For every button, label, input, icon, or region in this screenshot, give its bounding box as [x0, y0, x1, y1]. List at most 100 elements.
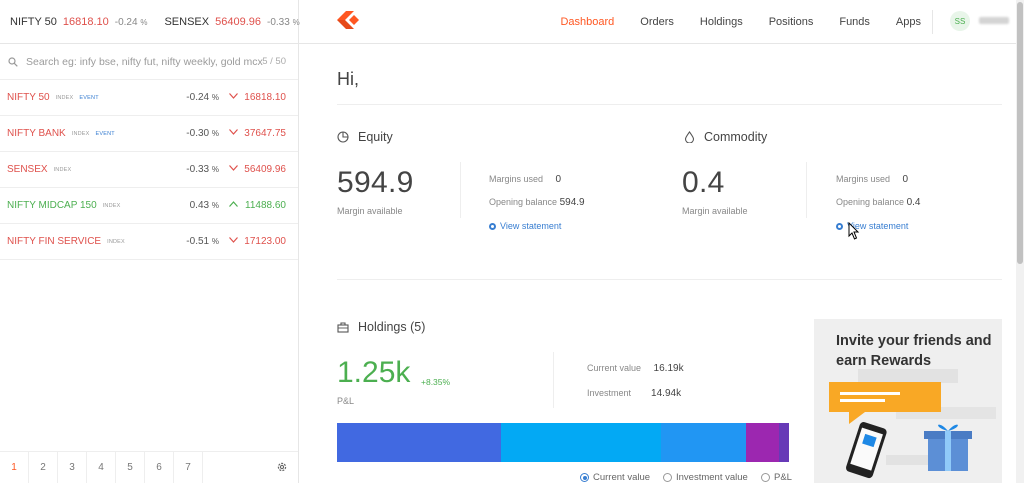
commodity-title: Commodity — [704, 130, 768, 144]
watchlist-page-2[interactable]: 2 — [29, 452, 58, 483]
watchlist-row[interactable]: NIFTY BANK INDEX EVENT -0.30 % 37647.75 — [0, 116, 298, 152]
divider — [806, 162, 807, 218]
holdings-allocation-bar[interactable] — [337, 423, 789, 462]
holdings-section-title: Holdings (5) — [337, 320, 425, 334]
equity-margin-available: 594.9 — [337, 166, 414, 199]
ticker-change: -0.24 % — [114, 17, 148, 28]
commodity-opening-balance: Opening balance 0.4 — [836, 197, 921, 208]
legend-current-value[interactable]: Current value — [580, 472, 650, 483]
chevron-down-icon — [229, 237, 238, 243]
instrument-ltp: 37647.75 — [244, 128, 286, 139]
chevron-up-icon — [229, 201, 238, 207]
ticker-price: 56409.96 — [215, 16, 261, 28]
event-tag: EVENT — [79, 94, 99, 101]
instrument-change: -0.51 % — [186, 236, 219, 247]
chevron-down-icon — [229, 129, 238, 135]
commodity-view-statement-link[interactable]: View statement — [836, 221, 908, 231]
radio-selected-icon — [580, 473, 589, 482]
search-input[interactable] — [26, 55, 266, 68]
holdings-pnl-label: P&L — [337, 396, 355, 406]
legend-investment-value[interactable]: Investment value — [663, 472, 748, 483]
instrument-symbol: NIFTY BANK — [7, 128, 66, 139]
ticker-name: SENSEX — [164, 16, 210, 28]
nav-positions[interactable]: Positions — [769, 16, 814, 28]
divider — [553, 352, 554, 408]
instrument-ltp: 16818.10 — [244, 92, 286, 103]
equity-margin-label: Margin available — [337, 206, 403, 216]
page-scrollbar[interactable] — [1016, 0, 1024, 483]
drop-icon — [684, 131, 695, 143]
watchlist-page-1[interactable]: 1 — [0, 452, 29, 483]
user-id-blurred[interactable] — [979, 17, 1009, 24]
nav-orders[interactable]: Orders — [640, 16, 674, 28]
equity-section-title: Equity — [337, 130, 393, 144]
chevron-down-icon — [229, 93, 238, 99]
radio-icon — [761, 473, 770, 482]
kite-logo-icon[interactable] — [337, 11, 361, 29]
ticker-name: NIFTY 50 — [10, 16, 57, 28]
header-ticker-sensex[interactable]: SENSEX 56409.96 -0.33 % — [164, 16, 299, 28]
holdings-investment: Investment 14.94k — [587, 388, 682, 399]
watchlist-page-6[interactable]: 6 — [145, 452, 174, 483]
main-nav: Dashboard Orders Holdings Positions Fund… — [534, 0, 921, 44]
header-ticker-nifty[interactable]: NIFTY 50 16818.10 -0.24 % — [10, 16, 147, 28]
greeting: Hi, — [337, 69, 359, 89]
equity-margins-used: Margins used 0 — [489, 174, 562, 185]
instrument-ltp: 11488.60 — [245, 200, 286, 211]
scrollbar-thumb[interactable] — [1017, 2, 1023, 264]
pie-chart-icon — [337, 131, 349, 143]
avatar[interactable]: SS — [950, 11, 970, 31]
radio-icon — [663, 473, 672, 482]
info-icon — [836, 222, 843, 230]
ticker-change: -0.33 % — [267, 17, 300, 28]
watchlist-row[interactable]: NIFTY FIN SERVICE INDEX -0.51 % 17123.00 — [0, 224, 298, 260]
instrument-tag: INDEX — [53, 166, 72, 173]
nav-apps[interactable]: Apps — [896, 16, 921, 28]
holdings-current-value: Current value 16.19k — [587, 363, 684, 374]
ticker-price: 16818.10 — [62, 16, 109, 28]
holdings-pnl-percent: +8.35% — [421, 377, 451, 387]
invite-rewards-banner[interactable]: Invite your friends and earn Rewards — [814, 319, 1002, 483]
event-tag: EVENT — [95, 130, 115, 137]
watchlist-page-7[interactable]: 7 — [174, 452, 203, 483]
instrument-change: -0.24 % — [186, 92, 219, 103]
chevron-down-icon — [229, 165, 238, 171]
instrument-ltp: 17123.00 — [244, 236, 286, 247]
equity-view-statement-link[interactable]: View statement — [489, 221, 561, 231]
top-bar: NIFTY 50 16818.10 -0.24 % SENSEX 56409.9… — [0, 0, 1016, 44]
briefcase-icon — [337, 321, 349, 333]
instrument-symbol: SENSEX — [7, 164, 48, 175]
nav-dashboard[interactable]: Dashboard — [560, 16, 614, 28]
instrument-change: -0.33 % — [186, 164, 219, 175]
instrument-tag: INDEX — [102, 202, 121, 209]
nav-funds[interactable]: Funds — [839, 16, 870, 28]
allocation-segment[interactable] — [746, 423, 779, 462]
watchlist-row[interactable]: SENSEX INDEX -0.33 % 56409.96 — [0, 152, 298, 188]
watchlist-row[interactable]: NIFTY MIDCAP 150 INDEX 0.43 % 11488.60 — [0, 188, 298, 224]
commodity-margin-label: Margin available — [682, 206, 748, 216]
allocation-segment[interactable] — [337, 423, 501, 462]
allocation-segment[interactable] — [501, 423, 661, 462]
watchlist-row[interactable]: NIFTY 50 INDEX EVENT -0.24 % 16818.10 — [0, 80, 298, 116]
holdings-title: Holdings (5) — [358, 320, 426, 334]
gear-icon[interactable] — [276, 461, 288, 473]
watchlist-count: 5 / 50 — [262, 56, 286, 67]
watchlist-page-4[interactable]: 4 — [87, 452, 116, 483]
instrument-change: -0.30 % — [186, 128, 219, 139]
instrument-tag: INDEX — [55, 94, 74, 101]
commodity-margin-available: 0.4 — [682, 166, 725, 199]
watchlist-page-3[interactable]: 3 — [58, 452, 87, 483]
allocation-segment[interactable] — [661, 423, 746, 462]
instrument-tag: INDEX — [71, 130, 90, 137]
info-icon — [489, 222, 496, 230]
allocation-segment[interactable] — [779, 423, 789, 462]
legend-pnl[interactable]: P&L — [761, 472, 792, 483]
search-bar: 5 / 50 — [0, 44, 298, 80]
watchlist-page-5[interactable]: 5 — [116, 452, 145, 483]
equity-title: Equity — [358, 130, 393, 144]
nav-holdings[interactable]: Holdings — [700, 16, 743, 28]
nav-divider — [932, 10, 933, 34]
instrument-change: 0.43 % — [189, 200, 219, 211]
divider — [460, 162, 461, 218]
mouse-cursor-icon — [848, 222, 860, 240]
